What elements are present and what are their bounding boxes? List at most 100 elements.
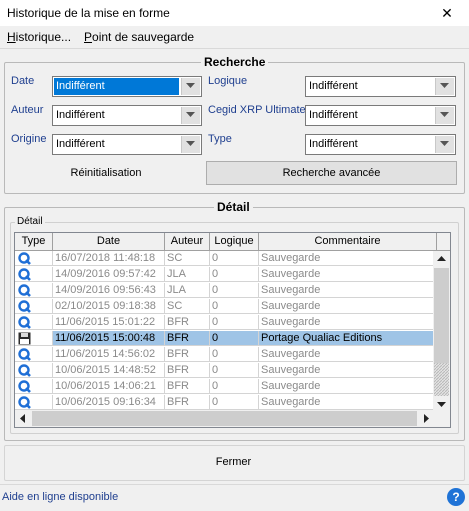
date-cell: 02/10/2015 09:18:38 bbox=[53, 299, 165, 314]
column-header-commentaire[interactable]: Commentaire bbox=[259, 233, 437, 251]
status-bar: Aide en ligne disponible ? bbox=[0, 484, 469, 511]
history-table[interactable]: Type Date Auteur Logique Commentaire 16/… bbox=[14, 232, 451, 428]
vertical-scrollbar[interactable] bbox=[433, 251, 450, 412]
comment-cell: Sauvegarde bbox=[259, 315, 437, 330]
column-header-logique[interactable]: Logique bbox=[210, 233, 259, 251]
q-icon bbox=[18, 396, 31, 409]
chevron-down-icon bbox=[181, 78, 200, 95]
column-header-type[interactable]: Type bbox=[15, 233, 53, 251]
comment-cell: Sauvegarde bbox=[259, 363, 437, 378]
table-row[interactable]: 14/09/2016 09:56:43 JLA 0 Sauvegarde bbox=[15, 283, 437, 298]
footer-panel bbox=[4, 445, 465, 481]
auteur-select[interactable]: Indifférent bbox=[52, 105, 202, 126]
author-cell: SC bbox=[165, 299, 210, 314]
table-row[interactable]: 10/06/2015 14:48:52 BFR 0 Sauvegarde bbox=[15, 363, 437, 378]
logique-label: Logique bbox=[208, 75, 248, 87]
comment-cell: Sauvegarde bbox=[259, 283, 437, 298]
logic-cell: 0 bbox=[210, 315, 259, 330]
q-icon bbox=[18, 252, 31, 265]
date-cell: 11/06/2015 15:01:22 bbox=[53, 315, 165, 330]
cegid-select[interactable]: Indifférent bbox=[305, 105, 456, 126]
vertical-scrollbar-track bbox=[433, 251, 450, 412]
chevron-down-icon bbox=[435, 78, 454, 95]
q-icon bbox=[18, 348, 31, 361]
author-cell: BFR bbox=[165, 347, 210, 362]
author-cell: JLA bbox=[165, 267, 210, 282]
comment-cell: Sauvegarde bbox=[259, 251, 437, 266]
q-icon bbox=[18, 364, 31, 377]
origine-select[interactable]: Indifférent bbox=[52, 134, 202, 155]
logic-cell: 0 bbox=[210, 363, 259, 378]
menu-point-de-sauvegarde[interactable]: Point de sauvegarde bbox=[84, 30, 194, 44]
logique-select[interactable]: Indifférent bbox=[305, 76, 456, 97]
author-cell: BFR bbox=[165, 363, 210, 378]
table-row[interactable]: 10/06/2015 09:16:34 BFR 0 Sauvegarde bbox=[15, 395, 437, 410]
date-cell: 10/06/2015 14:06:21 bbox=[53, 379, 165, 394]
detail-title: Détail bbox=[214, 200, 253, 214]
type-cell bbox=[15, 331, 53, 346]
type-select[interactable]: Indifférent bbox=[305, 134, 456, 155]
search-title: Recherche bbox=[201, 55, 269, 69]
table-row[interactable]: 02/10/2015 09:18:38 SC 0 Sauvegarde bbox=[15, 299, 437, 314]
table-row[interactable]: 10/06/2015 14:06:21 BFR 0 Sauvegarde bbox=[15, 379, 437, 394]
date-label: Date bbox=[11, 75, 35, 87]
q-icon bbox=[18, 284, 31, 297]
table-row[interactable]: 11/06/2015 15:00:48 BFR 0 Portage Qualiac E… bbox=[15, 331, 437, 346]
date-cell: 10/06/2015 14:48:52 bbox=[53, 363, 165, 378]
help-icon[interactable]: ? bbox=[447, 488, 465, 506]
comment-cell: Sauvegarde bbox=[259, 395, 437, 410]
close-icon: ✕ bbox=[441, 5, 453, 21]
chevron-down-icon bbox=[435, 136, 454, 153]
table-row[interactable]: 16/07/2018 11:48:18 SC 0 Sauvegarde bbox=[15, 251, 437, 266]
column-header-filler bbox=[437, 233, 450, 251]
q-icon bbox=[18, 316, 31, 329]
logic-cell: 0 bbox=[210, 299, 259, 314]
horizontal-scrollbar[interactable] bbox=[15, 410, 434, 427]
logic-cell: 0 bbox=[210, 283, 259, 298]
menu-historique[interactable]: Historique... bbox=[7, 30, 71, 44]
author-cell: BFR bbox=[165, 315, 210, 330]
reset-button[interactable]: Réinitialisation bbox=[8, 161, 204, 185]
date-cell: 10/06/2015 09:16:34 bbox=[53, 395, 165, 410]
type-cell bbox=[15, 251, 53, 266]
date-cell: 11/06/2015 15:00:48 bbox=[53, 331, 165, 346]
table-row[interactable]: 14/09/2016 09:57:42 JLA 0 Sauvegarde bbox=[15, 267, 437, 282]
comment-cell: Sauvegarde bbox=[259, 379, 437, 394]
type-cell bbox=[15, 347, 53, 362]
auteur-label: Auteur bbox=[11, 104, 44, 116]
logic-cell: 0 bbox=[210, 251, 259, 266]
author-cell: BFR bbox=[165, 379, 210, 394]
chevron-down-icon bbox=[435, 107, 454, 124]
type-label: Type bbox=[208, 133, 232, 145]
author-cell: SC bbox=[165, 251, 210, 266]
author-cell: BFR bbox=[165, 331, 210, 346]
advanced-search-button[interactable]: Recherche avancée bbox=[206, 161, 457, 185]
type-cell bbox=[15, 395, 53, 410]
column-header-date[interactable]: Date bbox=[53, 233, 165, 251]
q-icon bbox=[18, 268, 31, 281]
comment-cell: Sauvegarde bbox=[259, 267, 437, 282]
comment-cell: Sauvegarde bbox=[259, 299, 437, 314]
date-cell: 11/06/2015 14:56:02 bbox=[53, 347, 165, 362]
logic-cell: 0 bbox=[210, 379, 259, 394]
date-select[interactable]: Indifférent bbox=[52, 76, 202, 97]
type-cell bbox=[15, 299, 53, 314]
menu-bar: Historique... Point de sauvegarde bbox=[0, 26, 469, 49]
q-icon bbox=[18, 380, 31, 393]
title-bar: Historique de la mise en forme ✕ bbox=[0, 0, 469, 26]
table-row[interactable]: 11/06/2015 14:56:02 BFR 0 Sauvegarde bbox=[15, 347, 437, 362]
table-row[interactable]: 11/06/2015 15:01:22 BFR 0 Sauvegarde bbox=[15, 315, 437, 330]
column-header-auteur[interactable]: Auteur bbox=[165, 233, 210, 251]
cegid-label: Cegid XRP Ultimate bbox=[208, 104, 306, 116]
comment-cell: Portage Qualiac Editions bbox=[259, 331, 437, 346]
date-cell: 16/07/2018 11:48:18 bbox=[53, 251, 165, 266]
date-cell: 14/09/2016 09:57:42 bbox=[53, 267, 165, 282]
origine-label: Origine bbox=[11, 133, 47, 145]
history-window: Historique de la mise en forme ✕ Histori… bbox=[0, 0, 469, 511]
type-cell bbox=[15, 283, 53, 298]
chevron-down-icon bbox=[181, 107, 200, 124]
close-window-button[interactable]: ✕ bbox=[425, 0, 469, 26]
type-cell bbox=[15, 363, 53, 378]
type-cell bbox=[15, 379, 53, 394]
type-cell bbox=[15, 267, 53, 282]
